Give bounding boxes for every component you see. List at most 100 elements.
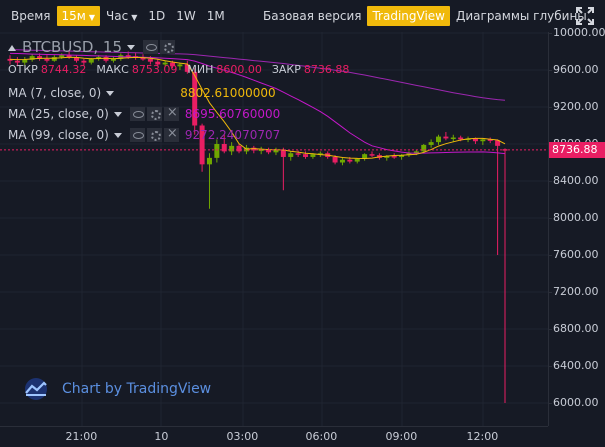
candle-body[interactable]	[347, 159, 353, 162]
tradingview-button[interactable]: TradingView	[367, 6, 450, 26]
price-tick-label: 10000.00	[553, 26, 605, 39]
candle-body[interactable]	[295, 153, 301, 155]
candle-body[interactable]	[236, 145, 242, 152]
price-tick-mark	[549, 366, 552, 367]
ma99-eye-icon[interactable]	[129, 128, 145, 142]
fullscreen-icon[interactable]	[575, 6, 595, 26]
ohlc-close-label: ЗАКР	[271, 62, 301, 76]
candle-body[interactable]	[303, 154, 309, 157]
price-tick-label: 7200.00	[553, 285, 599, 298]
time-tick-label: 12:00	[466, 430, 499, 443]
ohlc-high-value: 8753.09	[131, 62, 178, 76]
last-price-tag: 8736.88	[549, 141, 605, 158]
ma99-settings-icon[interactable]	[146, 128, 162, 142]
time-tick-label: 03:00	[226, 430, 259, 443]
ma99-dropdown-icon[interactable]	[113, 132, 122, 138]
interval-1m-button[interactable]: 1M	[202, 6, 230, 26]
price-tick-mark	[549, 107, 552, 108]
candle-body[interactable]	[229, 145, 235, 152]
symbol-title: BTCBUSD, 15	[22, 38, 123, 56]
ma25-row: MA (25, close, 0) 8695.60760000	[8, 105, 280, 123]
price-tick-label: 8400.00	[553, 174, 599, 187]
tradingview-logo-icon	[25, 378, 47, 400]
ma99-name: MA (99, close, 0)	[8, 128, 109, 142]
chart-area[interactable]: BTCBUSD, 15 ОТКР 8744.32 МАКС 8753.09 МИ…	[0, 32, 548, 426]
ma25-name: MA (25, close, 0)	[8, 107, 109, 121]
hour-label: Час	[106, 9, 129, 23]
symbol-dropdown-icon[interactable]	[127, 44, 136, 50]
price-tick-label: 8000.00	[553, 211, 599, 224]
candle-body[interactable]	[206, 157, 212, 165]
candle-body[interactable]	[450, 137, 456, 140]
ma7-row: MA (7, close, 0) 8802.61000000	[8, 84, 276, 102]
ma99-row: MA (99, close, 0) 9272.24070707	[8, 126, 280, 144]
price-tick-label: 7600.00	[553, 248, 599, 261]
candle-body[interactable]	[332, 156, 338, 163]
depth-chart-button[interactable]: Диаграммы глубины	[451, 6, 592, 26]
ma25-settings-icon[interactable]	[146, 107, 162, 121]
ma7-value: 8802.61000000	[180, 86, 276, 100]
ma99-close-icon[interactable]	[163, 126, 179, 142]
basic-version-button[interactable]: Базовая версия	[258, 6, 366, 26]
time-tick-label: 21:00	[65, 430, 98, 443]
time-tick-label: 10	[154, 430, 169, 443]
price-tick-label: 9600.00	[553, 63, 599, 76]
price-tick-label: 6000.00	[553, 396, 599, 409]
candle-body[interactable]	[391, 156, 397, 158]
time-label: Время	[11, 9, 51, 23]
price-tick-label: 6800.00	[553, 322, 599, 335]
interval-label: 15м	[61, 9, 86, 23]
price-tick-mark	[549, 181, 552, 182]
ma25-close-icon[interactable]	[163, 105, 179, 121]
price-tick-mark	[549, 292, 552, 293]
hour-dropdown-icon: ▼	[131, 13, 138, 22]
candle-body[interactable]	[214, 144, 220, 158]
ohlc-high-label: МАКС	[96, 62, 129, 76]
ma25-eye-icon[interactable]	[129, 107, 145, 121]
candle-body[interactable]	[354, 158, 360, 162]
candle-body[interactable]	[369, 154, 375, 156]
price-tick-mark	[549, 33, 552, 34]
time-axis[interactable]: 21:00 10 03:00 06:00 09:00 12:00	[0, 426, 548, 447]
price-tick-mark	[549, 329, 552, 330]
price-tick-mark	[549, 70, 552, 71]
toolbar: Время 15м ▼ Час ▼ 1D 1W 1M Базовая версия …	[0, 0, 605, 32]
interval-15m-button[interactable]: 15м ▼	[56, 6, 100, 26]
candle-body[interactable]	[436, 136, 442, 143]
tradingview-watermark[interactable]: Chart by TradingView	[22, 378, 211, 400]
ohlc-open-value: 8744.32	[40, 62, 87, 76]
time-tick-label: 09:00	[385, 430, 418, 443]
price-tick-mark	[549, 255, 552, 256]
interval-hour-button[interactable]: Час ▼	[101, 6, 142, 26]
ma7-name: MA (7, close, 0)	[8, 86, 102, 100]
ma25-dropdown-icon[interactable]	[113, 111, 122, 117]
ohlc-close-value: 8736.88	[303, 62, 350, 76]
interval-1d-button[interactable]: 1D	[143, 6, 170, 26]
price-tick-label: 9200.00	[553, 100, 599, 113]
ma25-value: 8695.60760000	[184, 107, 281, 121]
candle-body[interactable]	[443, 136, 449, 139]
symbol-settings-icon[interactable]	[160, 40, 176, 54]
candle-body[interactable]	[480, 139, 486, 142]
symbol-eye-icon[interactable]	[143, 40, 159, 54]
price-tick-mark	[549, 403, 552, 404]
candle-body[interactable]	[421, 144, 427, 152]
ohlc-low-label: МИН	[187, 62, 214, 76]
interval-dropdown-icon: ▼	[88, 13, 95, 22]
collapse-legend-icon[interactable]	[8, 43, 16, 51]
price-tick-label: 6400.00	[553, 359, 599, 372]
ma99-value: 9272.24070707	[184, 128, 281, 142]
candle-body[interactable]	[288, 153, 294, 157]
ma7-dropdown-icon[interactable]	[106, 90, 115, 96]
ohlc-row: ОТКР 8744.32 МАКС 8753.09 МИН 8600.00 ЗА…	[8, 60, 359, 78]
time-tick-label: 06:00	[305, 430, 338, 443]
ohlc-open-label: ОТКР	[8, 62, 38, 76]
candle-body[interactable]	[458, 137, 464, 140]
watermark-text: Chart by TradingView	[62, 381, 212, 397]
candle-body[interactable]	[428, 142, 434, 145]
interval-1w-button[interactable]: 1W	[171, 6, 201, 26]
price-axis[interactable]: 10000.009600.009200.008800.008400.008000…	[548, 26, 605, 426]
candle-body[interactable]	[339, 159, 345, 163]
candle-body[interactable]	[310, 154, 316, 157]
ohlc-low-value: 8600.00	[216, 62, 262, 76]
